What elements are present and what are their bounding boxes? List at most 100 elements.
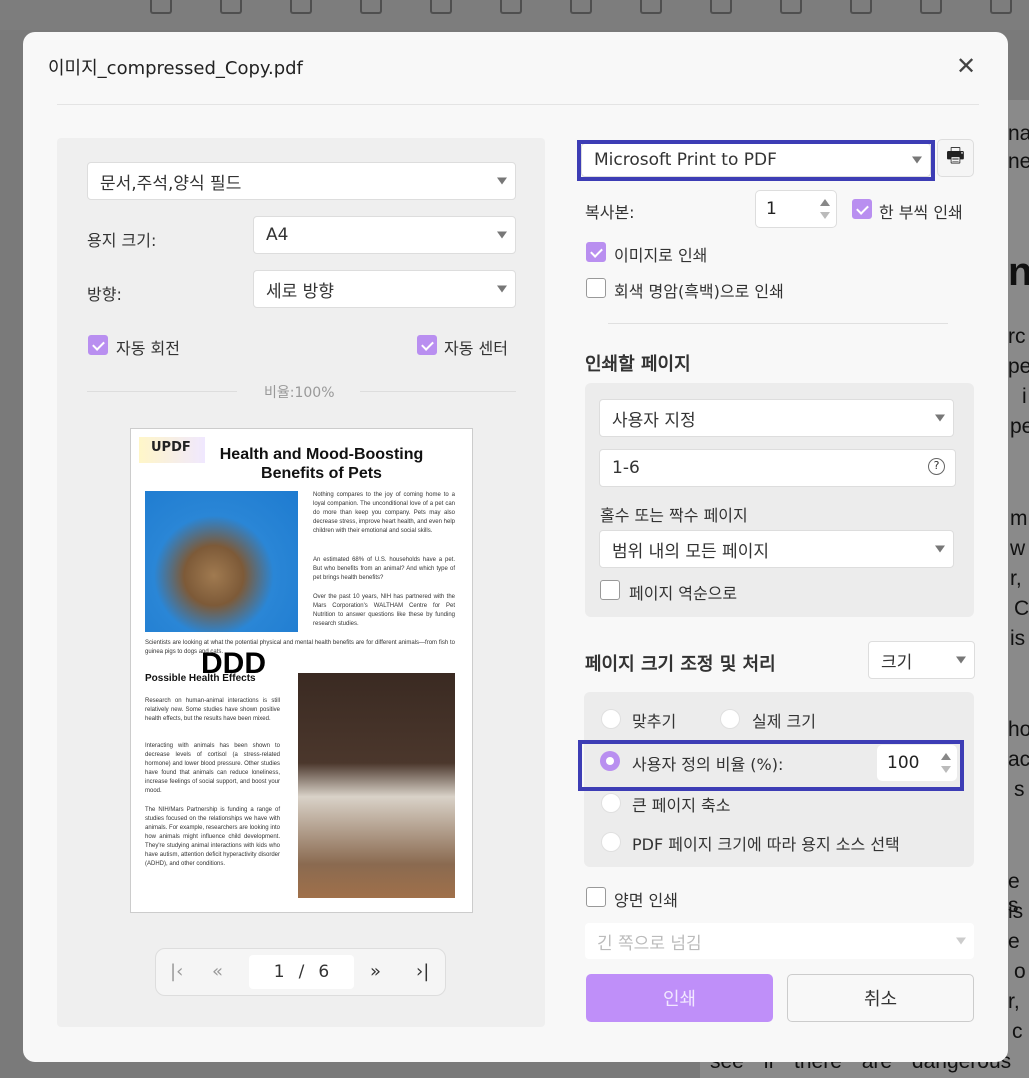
- collate-checkbox[interactable]: [852, 199, 872, 219]
- paper-source-radio[interactable]: [601, 832, 621, 852]
- shrink-radio[interactable]: [601, 793, 621, 813]
- copies-label: 복사본:: [585, 203, 635, 222]
- paper-size-label: 용지 크기:: [87, 231, 157, 250]
- odd-even-select[interactable]: 범위 내의 모든 페이지: [599, 530, 954, 568]
- sizing-heading: 페이지 크기 조정 및 처리: [585, 654, 776, 675]
- chevron-down-icon: [956, 937, 966, 945]
- total-pages: 6: [318, 962, 330, 982]
- bg-text: w: [1010, 537, 1026, 560]
- chevron-down-icon: [935, 414, 945, 422]
- flip-select: 긴 쪽으로 넘김: [585, 923, 974, 959]
- preview-heading: Possible Health Effects: [145, 673, 256, 684]
- divider: [608, 323, 948, 324]
- sizing-mode-value: 크기: [881, 652, 913, 673]
- bg-text: r,: [1008, 990, 1020, 1013]
- background-toolbar: [0, 0, 1029, 30]
- preview-paragraph: Scientists are looking at what the poten…: [145, 640, 455, 655]
- eraser-icon: [780, 0, 802, 14]
- divider: [87, 391, 237, 392]
- orientation-select[interactable]: 세로 방향: [253, 270, 516, 308]
- odd-even-label: 홀수 또는 짝수 페이지: [600, 506, 748, 525]
- close-icon[interactable]: ✕: [956, 52, 976, 80]
- preview-paragraph: An estimated 68% of U.S. households have…: [313, 557, 455, 581]
- print-preview-page: UPDF Health and Mood-Boosting Benefits of…: [130, 428, 473, 913]
- previous-page-icon[interactable]: «: [212, 961, 223, 982]
- decrement-icon[interactable]: [820, 212, 830, 219]
- page-number-field[interactable]: 1 / 6: [249, 955, 354, 989]
- chevron-down-icon: [497, 177, 507, 185]
- preview-title-line: Benefits of Pets: [261, 465, 382, 482]
- bg-text: ach: [1008, 748, 1029, 771]
- preview-paragraph: The NIH/Mars Partnership is funding a ra…: [145, 807, 280, 867]
- last-page-icon[interactable]: ›|: [416, 961, 429, 982]
- bg-text: s: [1014, 778, 1025, 801]
- paper-size-value: A4: [266, 225, 289, 245]
- cat-image: [145, 491, 298, 632]
- bg-text: r,: [1010, 567, 1022, 590]
- preview-paragraph: Interacting with animals has been shown …: [145, 743, 280, 794]
- reverse-checkbox[interactable]: [600, 580, 620, 600]
- page-range-input[interactable]: 1-6?: [599, 449, 956, 487]
- first-page-icon[interactable]: |‹: [170, 961, 183, 982]
- copies-value: 1: [766, 199, 777, 219]
- orientation-value: 세로 방향: [266, 281, 334, 302]
- printer-icon[interactable]: 🖶: [937, 139, 974, 177]
- auto-rotate-checkbox[interactable]: [88, 335, 108, 355]
- bg-text: rc: [1008, 325, 1026, 348]
- bg-text: ho: [1008, 718, 1029, 741]
- shrink-label: 큰 페이지 축소: [632, 796, 731, 815]
- pages-mode-select[interactable]: 사용자 지정: [599, 399, 954, 437]
- page-separator: /: [298, 962, 305, 982]
- fit-radio[interactable]: [601, 709, 621, 729]
- print-as-image-label: 이미지로 인쇄: [614, 246, 708, 265]
- sizing-mode-select[interactable]: 크기: [868, 641, 975, 679]
- bg-text: pe: [1010, 415, 1029, 438]
- bg-text: ne: [1008, 150, 1029, 173]
- bg-text: is: [1008, 900, 1024, 923]
- increment-icon[interactable]: [820, 199, 830, 206]
- bg-text: C: [1014, 597, 1029, 620]
- print-button[interactable]: 인쇄: [586, 974, 773, 1022]
- bg-text: i: [1022, 385, 1027, 408]
- pencil-icon: [710, 0, 732, 14]
- scale-label: 비율:100%: [264, 385, 335, 401]
- chevron-down-icon: [956, 656, 966, 664]
- paper-size-select[interactable]: A4: [253, 216, 516, 254]
- preview-paragraph: Research on human-animal interactions is…: [145, 698, 280, 722]
- shape-icon: [850, 0, 872, 14]
- reverse-label: 페이지 역순으로: [629, 584, 738, 603]
- fit-label: 맞추기: [632, 712, 677, 731]
- auto-center-checkbox[interactable]: [417, 335, 437, 355]
- duplex-checkbox[interactable]: [586, 887, 606, 907]
- cancel-button[interactable]: 취소: [787, 974, 974, 1022]
- bg-text: pe: [1008, 355, 1029, 378]
- current-page: 1: [273, 962, 285, 982]
- preview-title: Health and Mood-Boosting Benefits of Pets: [131, 445, 472, 483]
- comment-icon: [150, 0, 172, 14]
- actual-size-radio[interactable]: [720, 709, 740, 729]
- bg-text: ng: [1008, 250, 1029, 294]
- paper-source-label: PDF 페이지 크기에 따라 용지 소스 선택: [632, 835, 900, 854]
- duplex-label: 양면 인쇄: [614, 891, 678, 910]
- bg-text: o: [1014, 960, 1026, 983]
- chevron-down-icon: [497, 231, 507, 239]
- content-select-value: 문서,주석,양식 필드: [100, 173, 242, 194]
- orientation-label: 방향:: [87, 285, 122, 304]
- help-icon[interactable]: ?: [928, 458, 945, 475]
- text-icon: [500, 0, 522, 14]
- collate-label: 한 부씩 인쇄: [879, 203, 963, 222]
- strikethrough-icon: [290, 0, 312, 14]
- grayscale-label: 회색 명암(흑백)으로 인쇄: [614, 282, 784, 301]
- copies-stepper[interactable]: 1: [755, 190, 837, 228]
- grayscale-checkbox[interactable]: [586, 278, 606, 298]
- bg-text: is: [1010, 627, 1026, 650]
- next-page-icon[interactable]: »: [370, 961, 381, 982]
- sticky-note-icon: [640, 0, 662, 14]
- print-as-image-checkbox[interactable]: [586, 242, 606, 262]
- highlight-icon: [220, 0, 242, 14]
- page-navigator: |‹ « 1 / 6 » ›|: [155, 948, 446, 996]
- underline-icon: [360, 0, 382, 14]
- auto-center-label: 자동 센터: [444, 339, 508, 358]
- flip-value: 긴 쪽으로 넘김: [597, 933, 702, 954]
- content-select[interactable]: 문서,주석,양식 필드: [87, 162, 516, 200]
